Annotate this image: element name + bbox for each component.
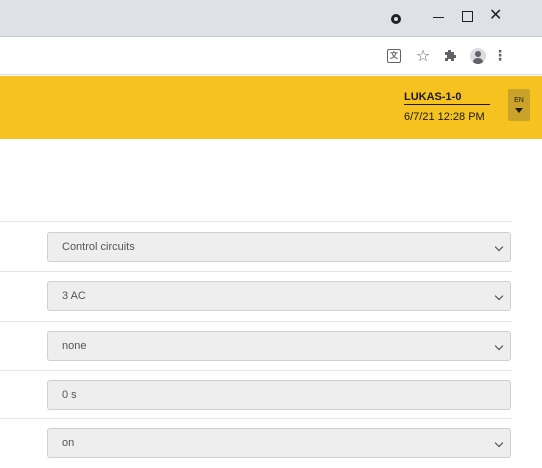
form-row-divider (0, 321, 512, 322)
chevron-down-icon (494, 242, 504, 252)
extensions-puzzle-icon[interactable] (440, 46, 460, 66)
chevron-down-icon (494, 341, 504, 351)
close-button[interactable]: ✕ (489, 7, 502, 23)
chevron-down-icon (494, 291, 504, 301)
field-value: 3 AC (62, 290, 86, 302)
chevron-down-icon (494, 438, 504, 448)
field-value: none (62, 340, 87, 352)
caret-down-icon (515, 108, 523, 113)
bookmark-star-icon[interactable]: ☆ (413, 46, 433, 66)
form-row-divider (0, 271, 512, 272)
delay-input[interactable]: 0 s (47, 380, 511, 410)
form-row-divider (0, 418, 512, 419)
minimize-button[interactable] (433, 17, 444, 18)
field-value: on (62, 437, 75, 449)
control-circuits-select[interactable]: Control circuits (47, 232, 511, 262)
language-label: EN (514, 97, 524, 104)
form-row-divider (0, 221, 512, 222)
field-value: 0 s (62, 389, 77, 401)
form-row-divider (0, 370, 512, 371)
page-heading-area (0, 139, 542, 221)
state-select[interactable]: on (47, 428, 511, 458)
profile-avatar-icon[interactable] (468, 46, 488, 66)
language-selector-button[interactable]: EN (508, 89, 530, 121)
device-timestamp: 6/7/21 12:28 PM (404, 111, 485, 123)
option-select[interactable]: none (47, 331, 511, 361)
browser-menu-icon[interactable]: ⋮ (490, 46, 510, 66)
record-icon[interactable] (391, 14, 401, 24)
field-value: Control circuits (62, 241, 135, 253)
browser-toolbar: 文 ☆ ⋮ (0, 38, 542, 75)
maximize-button[interactable] (462, 11, 473, 22)
phase-select[interactable]: 3 AC (47, 281, 511, 311)
device-name[interactable]: LUKAS-1-0 (404, 91, 461, 103)
browser-title-bar: ✕ (0, 0, 542, 37)
device-name-underline (404, 104, 490, 105)
translate-icon[interactable]: 文 (384, 46, 404, 66)
app-header (0, 76, 542, 139)
